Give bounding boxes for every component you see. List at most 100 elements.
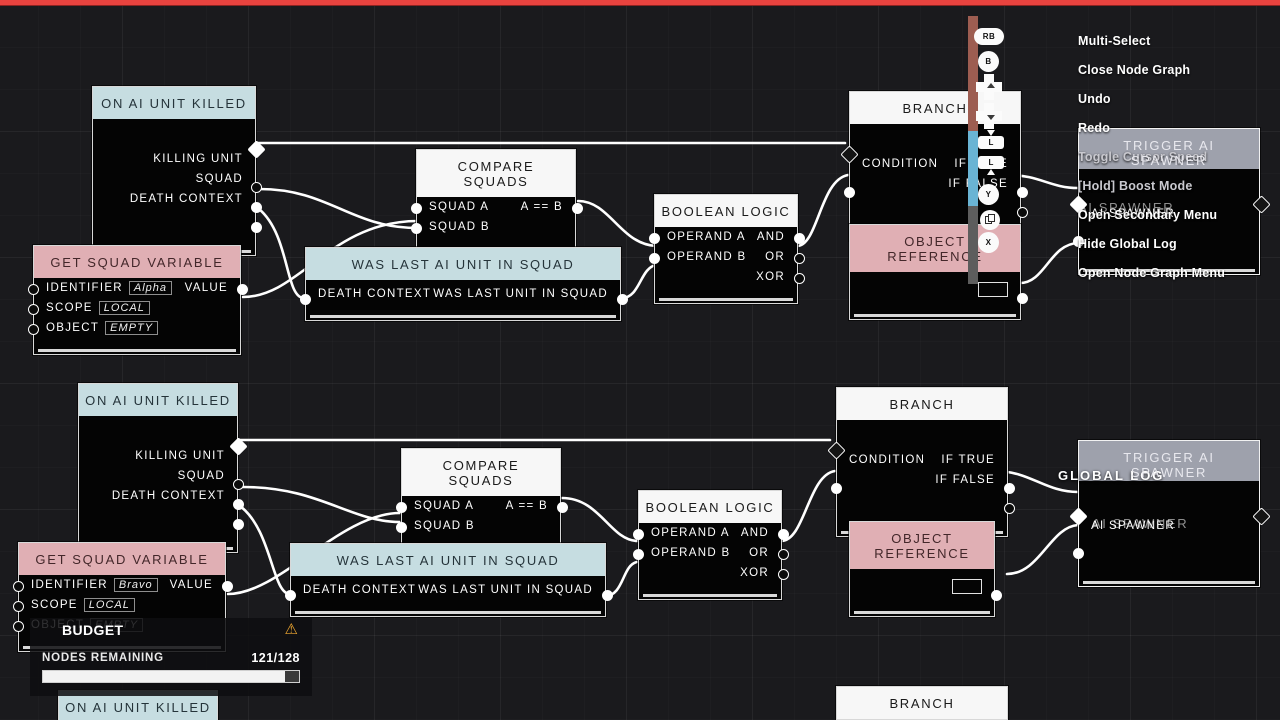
exec-out-port-if-false[interactable]	[1004, 503, 1015, 514]
output-port-was-last-unit[interactable]	[617, 294, 628, 305]
node-boolean-logic-2[interactable]: BOOLEAN LOGIC OPERAND A AND OPERAND B OR X…	[633, 490, 789, 600]
output-port-object[interactable]	[1017, 293, 1028, 304]
output-port-squad[interactable]	[251, 202, 262, 213]
output-port-killing-unit[interactable]	[233, 479, 244, 490]
output-port-squad[interactable]	[233, 499, 244, 510]
output-port-equals[interactable]	[557, 502, 568, 513]
output-port-and[interactable]	[794, 233, 805, 244]
object-reference-swatch[interactable]	[978, 281, 1008, 297]
input-port-ai-spawner[interactable]	[1073, 548, 1084, 559]
node-boolean-logic-1[interactable]: BOOLEAN LOGIC OPERAND A AND OPERAND B OR X…	[649, 194, 805, 304]
exec-out-port-if-true[interactable]	[1004, 483, 1015, 494]
left-stick-click-icon[interactable]: L	[978, 130, 1004, 149]
field-value-scope[interactable]: LOCAL	[98, 301, 150, 315]
input-port-operand-b[interactable]	[649, 253, 660, 264]
control-hint-close-node-graph[interactable]: Close Node Graph	[1078, 56, 1225, 85]
port-label: DEATH CONTEXT	[129, 193, 243, 205]
field-label: SCOPE	[31, 599, 78, 611]
input-port-object[interactable]	[28, 324, 39, 335]
copy-window-icon[interactable]	[980, 210, 1000, 230]
field-value-identifier[interactable]: Bravo	[113, 578, 158, 592]
field-value-object[interactable]: EMPTY	[105, 321, 159, 335]
node-footer-line	[659, 298, 793, 301]
input-port-squad-b[interactable]	[396, 522, 407, 533]
b-button-icon[interactable]: B	[978, 51, 999, 72]
node-get-squad-variable-1[interactable]: GET SQUAD VARIABLE IDENTIFIER Alpha VALUE …	[28, 245, 248, 355]
port-label: AND	[756, 231, 785, 243]
control-hint-boost-mode[interactable]: [Hold] Boost Mode	[1078, 172, 1225, 201]
input-port-death-context[interactable]	[300, 294, 311, 305]
control-hint-open-node-graph-menu[interactable]: Open Node Graph Menu	[1078, 259, 1225, 288]
port-label: OR	[765, 251, 785, 263]
node-compare-squads-2[interactable]: COMPARE SQUADS SQUAD A A == B SQUAD B	[396, 448, 568, 553]
output-port-equals[interactable]	[572, 203, 583, 214]
output-port-or[interactable]	[778, 549, 789, 560]
node-title: ON AI UNIT KILLED	[93, 87, 255, 119]
node-footer-line	[38, 349, 236, 352]
port-label: OPERAND A	[651, 527, 730, 539]
control-hint-undo[interactable]: Undo	[1078, 85, 1225, 114]
field-value-identifier[interactable]: Alpha	[128, 281, 173, 295]
port-label: WAS LAST UNIT IN SQUAD	[418, 584, 593, 596]
output-port-killing-unit[interactable]	[251, 182, 262, 193]
input-port-death-context[interactable]	[285, 590, 296, 601]
node-on-ai-unit-killed-2[interactable]: ON AI UNIT KILLED KILLING UNIT SQUAD DEA…	[78, 383, 248, 553]
output-port-value[interactable]	[237, 284, 248, 295]
port-label: VALUE	[169, 579, 213, 591]
input-port-operand-a[interactable]	[649, 233, 660, 244]
node-was-last-ai-unit-in-squad-2[interactable]: WAS LAST AI UNIT IN SQUAD DEATH CONTEXT W…	[285, 543, 613, 617]
input-port-squad-a[interactable]	[396, 502, 407, 513]
output-port-object[interactable]	[991, 590, 1002, 601]
input-port-identifier[interactable]	[28, 284, 39, 295]
port-label: KILLING UNIT	[153, 153, 243, 165]
budget-title: BUDGET	[62, 622, 124, 638]
input-port-squad-b[interactable]	[411, 223, 422, 234]
control-hint-open-secondary-menu[interactable]: Open Secondary Menu	[1078, 201, 1225, 230]
node-branch-2[interactable]: BRANCH CONDITION IF TRUE IF FALSE	[827, 387, 1015, 537]
node-title: BRANCH	[837, 388, 1007, 420]
control-hint-multi-select[interactable]: Multi-Select	[1078, 27, 1225, 56]
field-label: IDENTIFIER	[46, 282, 123, 294]
input-port-condition[interactable]	[844, 187, 855, 198]
exec-out-port-if-true[interactable]	[1017, 187, 1028, 198]
input-port-object[interactable]	[13, 621, 24, 632]
node-trigger-ai-spawner-2[interactable]: TRIGGER AI SPAWNER AI SPAWNER	[1069, 440, 1271, 587]
node-was-last-ai-unit-in-squad-1[interactable]: WAS LAST AI UNIT IN SQUAD DEATH CONTEXT W…	[300, 247, 628, 321]
output-port-xor[interactable]	[778, 569, 789, 580]
input-port-operand-b[interactable]	[633, 549, 644, 560]
output-port-death-context[interactable]	[251, 222, 262, 233]
object-reference-swatch[interactable]	[952, 578, 982, 594]
node-branch-3[interactable]: BRANCH	[836, 686, 1008, 720]
output-port-was-last-unit[interactable]	[602, 590, 613, 601]
control-hint-hide-global-log[interactable]: Hide Global Log	[1078, 230, 1225, 259]
y-button-icon[interactable]: Y	[978, 184, 999, 205]
dpad-down-icon[interactable]	[976, 103, 1002, 129]
output-port-death-context[interactable]	[233, 519, 244, 530]
input-port-squad-a[interactable]	[411, 203, 422, 214]
output-port-and[interactable]	[778, 529, 789, 540]
exec-out-port-if-false[interactable]	[1017, 207, 1028, 218]
node-footer-line	[310, 315, 616, 318]
rb-bumper-icon[interactable]: RB	[974, 28, 1004, 45]
strip-segment-tertiary	[968, 206, 978, 284]
input-port-scope[interactable]	[13, 601, 24, 612]
output-port-xor[interactable]	[794, 273, 805, 284]
input-port-condition[interactable]	[831, 483, 842, 494]
node-object-reference-2[interactable]: OBJECT REFERENCE	[849, 521, 1002, 617]
node-on-ai-unit-killed-1[interactable]: ON AI UNIT KILLED KILLING UNIT SQUAD DEA…	[92, 86, 266, 256]
node-title: BOOLEAN LOGIC	[655, 195, 797, 227]
node-footer-line	[295, 611, 601, 614]
node-compare-squads-1[interactable]: COMPARE SQUADS SQUAD A A == B SQUAD B	[411, 149, 583, 254]
input-port-scope[interactable]	[28, 304, 39, 315]
field-value-scope[interactable]: LOCAL	[83, 598, 135, 612]
field-label: IDENTIFIER	[31, 579, 108, 591]
output-port-value[interactable]	[222, 581, 233, 592]
input-port-identifier[interactable]	[13, 581, 24, 592]
x-button-icon[interactable]: X	[978, 232, 999, 253]
field-label: SCOPE	[46, 302, 93, 314]
input-port-operand-a[interactable]	[633, 529, 644, 540]
dpad-up-icon[interactable]	[976, 74, 1002, 100]
output-port-or[interactable]	[794, 253, 805, 264]
node-title: TRIGGER AI SPAWNER	[1123, 450, 1215, 480]
left-stick-hold-icon[interactable]: L	[978, 156, 1004, 175]
